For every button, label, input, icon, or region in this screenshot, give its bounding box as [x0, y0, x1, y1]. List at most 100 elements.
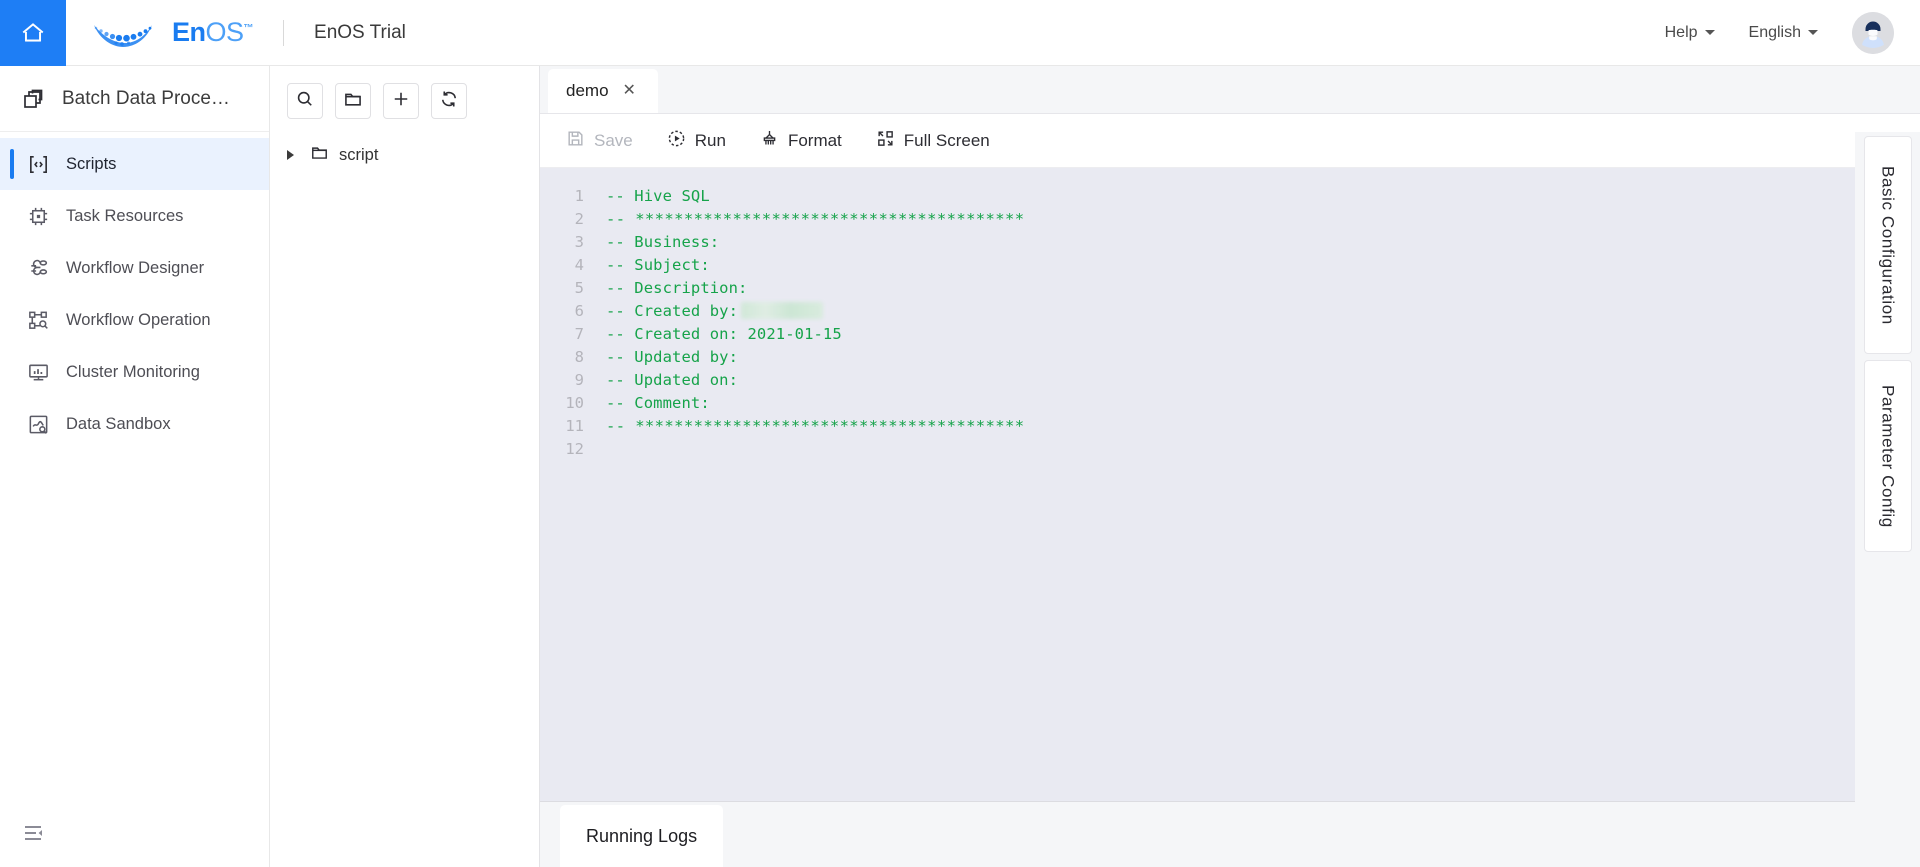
- right-rail: Basic Configuration Parameter Config: [1855, 132, 1920, 867]
- line-text: -- Business:: [606, 232, 720, 251]
- code-line: 8 -- Updated by:: [540, 345, 1855, 368]
- new-folder-button[interactable]: [335, 83, 371, 119]
- workflow-operation-icon: [26, 308, 50, 332]
- save-icon: [566, 129, 585, 153]
- language-label: English: [1748, 23, 1801, 41]
- line-text: -- Description:: [606, 278, 748, 297]
- user-avatar-icon: [1852, 11, 1894, 54]
- home-button[interactable]: [0, 0, 66, 66]
- save-label: Save: [594, 130, 633, 150]
- line-text: -- Comment:: [606, 393, 710, 412]
- sidebar-module-header[interactable]: Batch Data Proce…: [0, 66, 269, 132]
- tab-basic-configuration[interactable]: Basic Configuration: [1863, 136, 1912, 354]
- app-header: EnOS™ EnOS Trial Help English: [0, 0, 1920, 66]
- line-text: -- Updated on:: [606, 370, 739, 389]
- code-line: 2 -- ***********************************…: [540, 207, 1855, 230]
- new-folder-icon: [343, 89, 363, 114]
- editor-tabbar: demo ✕: [540, 66, 1920, 114]
- sidebar-collapse-button[interactable]: [0, 803, 269, 867]
- editor-tab-demo[interactable]: demo ✕: [548, 69, 658, 113]
- refresh-icon: [439, 89, 459, 114]
- code-line: 10 -- Comment:: [540, 391, 1855, 414]
- sidebar-item-workflow-designer[interactable]: Workflow Designer: [0, 242, 269, 294]
- workflow-designer-icon: [26, 256, 50, 280]
- editor-area: demo ✕ Save Run Format Full Screen 1 -- …: [540, 66, 1920, 867]
- sidebar-item-label: Data Sandbox: [66, 414, 171, 433]
- brand-divider: [283, 19, 285, 46]
- brand: EnOS™ EnOS Trial: [88, 16, 406, 50]
- code-line: 1 -- Hive SQL: [540, 184, 1855, 207]
- code-editor[interactable]: 1 -- Hive SQL 2 -- *********************…: [540, 168, 1855, 801]
- line-text: -- *************************************…: [606, 209, 1025, 228]
- save-button[interactable]: Save: [566, 129, 633, 153]
- redacted-value: [741, 302, 824, 319]
- code-line: 3 -- Business:: [540, 230, 1855, 253]
- code-lines: 1 -- Hive SQL 2 -- *********************…: [540, 168, 1855, 460]
- bottom-log-panel: Running Logs: [540, 801, 1855, 867]
- logo-os: OS: [205, 17, 245, 47]
- chevron-down-icon: [1704, 30, 1715, 35]
- tab-running-logs[interactable]: Running Logs: [560, 805, 724, 867]
- line-text: -- *************************************…: [606, 416, 1025, 435]
- header-actions: Help English: [1665, 11, 1920, 54]
- close-icon[interactable]: ✕: [623, 83, 636, 99]
- line-text: -- Created on: 2021-01-15: [606, 324, 842, 343]
- chevron-right-icon[interactable]: [287, 150, 294, 160]
- sidebar-item-cluster-monitoring[interactable]: Cluster Monitoring: [0, 346, 269, 398]
- sidebar-item-label: Cluster Monitoring: [66, 362, 200, 381]
- code-line: 4 -- Subject:: [540, 253, 1855, 276]
- scripts-icon: [26, 152, 50, 176]
- sidebar-item-label: Task Resources: [66, 206, 184, 225]
- running-logs-label: Running Logs: [586, 825, 698, 846]
- line-number: 1: [574, 186, 584, 205]
- format-button[interactable]: Format: [760, 129, 842, 153]
- tree-nodes: script: [271, 136, 539, 172]
- fullscreen-button[interactable]: Full Screen: [876, 129, 990, 153]
- code-line: 7 -- Created on: 2021-01-15: [540, 322, 1855, 345]
- format-label: Format: [787, 130, 842, 150]
- batch-data-icon: [22, 87, 46, 111]
- enos-wordmark: EnOS™: [172, 17, 254, 47]
- tab-parameter-config[interactable]: Parameter Config: [1863, 360, 1912, 552]
- line-text: -- Subject:: [606, 255, 710, 274]
- sidebar-item-workflow-operation[interactable]: Workflow Operation: [0, 294, 269, 346]
- line-number: 12: [565, 439, 584, 458]
- line-number: 9: [574, 370, 584, 389]
- sidebar-item-label: Workflow Designer: [66, 258, 205, 277]
- sidebar-items: Scripts Task Resources Workflow Designer…: [0, 132, 269, 450]
- sidebar-item-scripts[interactable]: Scripts: [0, 138, 269, 190]
- sidebar-item-label: Scripts: [66, 154, 117, 173]
- format-icon: [760, 129, 779, 153]
- plus-icon: [391, 89, 411, 114]
- app-root: EnOS™ EnOS Trial Help English Batch Data…: [0, 0, 1920, 867]
- cluster-monitoring-icon: [26, 360, 50, 384]
- tree-node-script[interactable]: script: [271, 138, 539, 172]
- run-button[interactable]: Run: [667, 129, 726, 153]
- line-number: 8: [574, 347, 584, 366]
- run-label: Run: [694, 130, 726, 150]
- code-line: 11 -- **********************************…: [540, 414, 1855, 437]
- add-button[interactable]: [383, 83, 419, 119]
- line-text: -- Hive SQL: [606, 186, 710, 205]
- code-line: 5 -- Description:: [540, 276, 1855, 299]
- search-icon: [295, 89, 315, 114]
- line-number: 5: [574, 278, 584, 297]
- sidebar-item-task-resources[interactable]: Task Resources: [0, 190, 269, 242]
- tree-node-label: script: [339, 145, 379, 164]
- code-line: 9 -- Updated on:: [540, 368, 1855, 391]
- basic-configuration-label: Basic Configuration: [1878, 165, 1898, 325]
- line-text: -- Updated by:: [606, 347, 739, 366]
- refresh-button[interactable]: [431, 83, 467, 119]
- search-button[interactable]: [287, 83, 323, 119]
- language-menu[interactable]: English: [1749, 24, 1818, 42]
- line-number: 3: [574, 232, 584, 251]
- avatar[interactable]: [1852, 11, 1894, 54]
- sidebar-item-data-sandbox[interactable]: Data Sandbox: [0, 398, 269, 450]
- line-number: 11: [565, 416, 584, 435]
- sidebar: Batch Data Proce… Scripts Task Resources…: [0, 66, 270, 867]
- editor-tab-label: demo: [566, 81, 609, 100]
- line-number: 7: [574, 324, 584, 343]
- product-title: EnOS Trial: [314, 21, 406, 43]
- help-menu[interactable]: Help: [1665, 24, 1715, 42]
- task-resources-icon: [26, 204, 50, 228]
